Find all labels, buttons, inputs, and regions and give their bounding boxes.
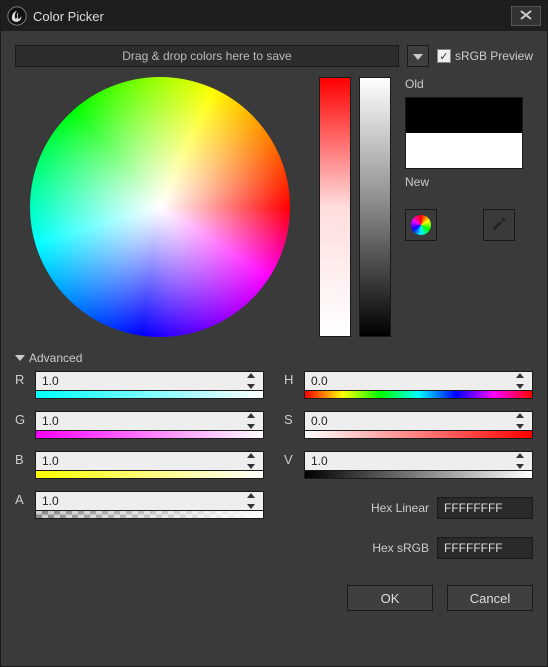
cancel-button[interactable]: Cancel — [447, 585, 533, 611]
spinner-icon[interactable] — [247, 493, 261, 509]
spinner-icon[interactable] — [247, 453, 261, 469]
saturation-vertical-slider[interactable] — [319, 77, 351, 337]
r-slider[interactable] — [35, 391, 264, 399]
h-input[interactable]: 0.0 — [304, 371, 533, 391]
b-slider[interactable] — [35, 471, 264, 479]
v-input[interactable]: 1.0 — [304, 451, 533, 471]
color-picker-window: Color Picker Drag & drop colors here to … — [0, 0, 548, 667]
a-input[interactable]: 1.0 — [35, 491, 264, 511]
srgb-preview-toggle[interactable]: ✓ sRGB Preview — [437, 49, 533, 63]
a-slider[interactable] — [35, 511, 264, 519]
h-slider[interactable] — [304, 391, 533, 399]
s-label: S — [284, 411, 298, 427]
window-title: Color Picker — [33, 9, 511, 24]
a-label: A — [15, 491, 29, 507]
chevron-down-icon — [413, 47, 423, 65]
color-wheel[interactable] — [30, 77, 290, 337]
expand-triangle-icon — [15, 355, 25, 361]
checkbox-icon: ✓ — [437, 49, 451, 63]
old-color-swatch — [406, 98, 522, 133]
g-input[interactable]: 1.0 — [35, 411, 264, 431]
b-label: B — [15, 451, 29, 467]
value-vertical-slider[interactable] — [359, 77, 391, 337]
eyedropper-button[interactable] — [483, 209, 515, 241]
s-input[interactable]: 0.0 — [304, 411, 533, 431]
spinner-icon[interactable] — [516, 413, 530, 429]
r-input[interactable]: 1.0 — [35, 371, 264, 391]
eyedropper-icon — [490, 215, 508, 236]
color-wheel-area — [15, 77, 305, 337]
g-slider[interactable] — [35, 431, 264, 439]
spinner-icon[interactable] — [516, 453, 530, 469]
color-wheel-icon — [411, 215, 431, 235]
dialog-body: Drag & drop colors here to save ✓ sRGB P… — [1, 31, 547, 666]
hex-srgb-input[interactable]: FFFFFFFF — [437, 537, 533, 559]
b-input[interactable]: 1.0 — [35, 451, 264, 471]
g-label: G — [15, 411, 29, 427]
new-color-swatch — [406, 133, 522, 168]
r-label: R — [15, 371, 29, 387]
spinner-icon[interactable] — [247, 373, 261, 389]
spinner-icon[interactable] — [247, 413, 261, 429]
advanced-label: Advanced — [29, 351, 82, 365]
color-wheel-mode-button[interactable] — [405, 209, 437, 241]
close-icon — [520, 7, 532, 25]
new-label: New — [405, 175, 533, 189]
s-slider[interactable] — [304, 431, 533, 439]
saved-colors-dropdown[interactable] — [407, 45, 429, 67]
v-slider[interactable] — [304, 471, 533, 479]
hex-srgb-label: Hex sRGB — [372, 541, 429, 555]
old-label: Old — [405, 77, 533, 91]
h-label: H — [284, 371, 298, 387]
srgb-label: sRGB Preview — [455, 49, 533, 63]
advanced-toggle[interactable]: Advanced — [15, 351, 533, 365]
v-label: V — [284, 451, 298, 467]
spinner-icon[interactable] — [516, 373, 530, 389]
ok-button[interactable]: OK — [347, 585, 433, 611]
hex-linear-input[interactable]: FFFFFFFF — [437, 497, 533, 519]
color-compare-swatch[interactable] — [405, 97, 523, 169]
hex-linear-label: Hex Linear — [371, 501, 429, 515]
unreal-logo-icon — [7, 6, 27, 26]
saved-colors-bar[interactable]: Drag & drop colors here to save — [15, 45, 399, 67]
titlebar[interactable]: Color Picker — [1, 1, 547, 31]
wheel-cursor-icon[interactable] — [156, 203, 164, 211]
close-button[interactable] — [511, 6, 541, 26]
